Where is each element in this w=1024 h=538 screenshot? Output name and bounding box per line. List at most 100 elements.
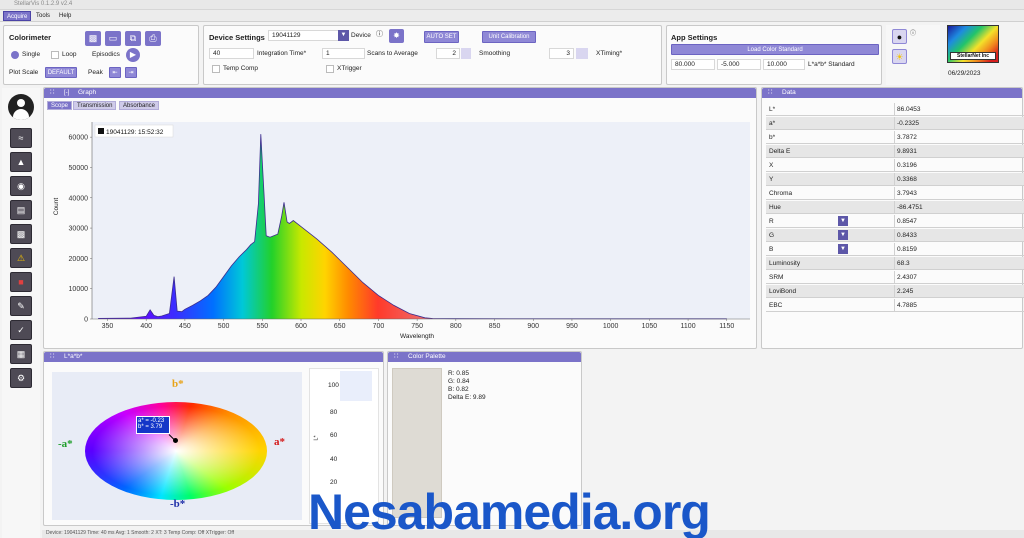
lamp-on-icon[interactable]: ☀ (892, 49, 907, 64)
analysis-icon[interactable]: ✎ (10, 296, 32, 316)
menu-bar: Acquire Tools Help (0, 10, 1024, 22)
graph-panel: ∷ [-] Graph Scope Transmission Absorbanc… (43, 87, 757, 349)
data-row: B 0.8159 ▼ (766, 243, 1024, 256)
stellarnet-logo: StellarNet Inc (947, 25, 999, 63)
scans-to-average-label: Scans to Average (367, 50, 418, 57)
settings-gear-icon[interactable]: ⚙ (10, 368, 32, 388)
loop-checkbox[interactable] (51, 51, 59, 59)
y-tick-label: 0 (84, 317, 88, 324)
palette-delta-e-value: Delta E: 9.89 (448, 394, 486, 401)
data-row-value: 0.3368 (894, 173, 1024, 185)
plot-scale-default-button[interactable]: DEFAULT (45, 67, 77, 78)
hazard-icon[interactable]: ⚠ (10, 248, 32, 268)
lab-drag-grip-icon[interactable]: ∷ (50, 352, 54, 362)
x-tick-label: 850 (489, 323, 501, 330)
channel-dropdown-icon[interactable]: ▼ (838, 244, 848, 254)
data-row-key: Y (769, 176, 774, 183)
device-label: Device (351, 32, 371, 39)
data-table: L* 86.0453 a* -0.2325 b* 3.7872 Delta E 9.8931 X… (762, 103, 1024, 343)
a-standard-input[interactable]: -5.000 (717, 59, 761, 70)
user-avatar-icon[interactable] (8, 94, 34, 120)
lamp-info-icon[interactable]: ⓘ (910, 28, 916, 37)
smoothing-spinner[interactable] (461, 48, 471, 59)
trend-chart-icon[interactable]: ✓ (10, 320, 32, 340)
logo-company-name: StellarNet Inc (950, 52, 996, 60)
menu-tools[interactable]: Tools (33, 11, 53, 21)
spectrum-chart[interactable]: 350 400 450 500 550 600 650 700 750 800 850 900 950 1… (48, 114, 754, 346)
b-plus-label: b* (172, 378, 184, 390)
palette-title-bar: ∷ Color Palette (388, 352, 581, 362)
menu-help[interactable]: Help (56, 11, 74, 21)
device-connect-icon[interactable]: ✸ (389, 29, 404, 43)
xtrigger-checkbox[interactable] (326, 65, 334, 73)
title-bar: StellarVis 0.1.2.9 v2.4 (0, 0, 1024, 10)
integration-time-label: Integration Time* (257, 50, 307, 57)
lamp-controls: ● ⓘ ☀ (886, 25, 940, 85)
lab-title: L*a*b* (64, 353, 83, 360)
color-wheel-icon[interactable]: ◉ (10, 176, 32, 196)
info-icon[interactable]: ⓘ (376, 29, 383, 39)
data-row-key: Hue (769, 204, 781, 211)
grid-chart-icon[interactable]: ▦ (10, 344, 32, 364)
transmission-icon[interactable]: ▤ (10, 200, 32, 220)
xtiming-input[interactable]: 3 (549, 48, 574, 59)
panel-expand-icon[interactable]: [-] (64, 88, 69, 98)
peak-prev-icon[interactable]: ⇤ (109, 67, 121, 78)
data-row: a* -0.2325 (766, 117, 1024, 130)
load-color-standard-button[interactable]: Load Color Standard (671, 44, 879, 55)
menu-acquire[interactable]: Acquire (3, 11, 32, 21)
integration-time-input[interactable]: 40 (209, 48, 254, 59)
x-tick-label: 1150 (719, 323, 734, 330)
drag-grip-icon[interactable]: ∷ (50, 88, 54, 98)
lamp-off-icon[interactable]: ● (892, 29, 907, 44)
play-icon[interactable]: ▶ (126, 48, 140, 62)
auto-set-button[interactable]: AUTO SET (424, 31, 459, 43)
tab-transmission[interactable]: Transmission (73, 101, 117, 110)
data-row: EBC 4.7885 (766, 299, 1024, 312)
data-drag-grip-icon[interactable]: ∷ (768, 88, 772, 98)
marker-b-value: b* = 3.79 (138, 424, 163, 430)
x-tick-label: 350 (102, 323, 114, 330)
lab-wheel-area: b* -b* a* -a* a* = -0.23 b* = 3.79 (52, 372, 302, 520)
bar-chart-icon[interactable]: ▩ (10, 224, 32, 244)
data-row-value: 3.7943 (894, 187, 1024, 199)
record-icon[interactable]: ■ (10, 272, 32, 292)
data-row-key: B (769, 246, 774, 253)
l-standard-input[interactable]: 80.000 (671, 59, 715, 70)
single-radio[interactable] (11, 51, 19, 59)
print-icon[interactable]: ⎙ (145, 31, 161, 46)
temp-comp-checkbox[interactable] (212, 65, 220, 73)
scans-to-average-input[interactable]: 1 (322, 48, 365, 59)
plot-scale-label: Plot Scale (9, 69, 39, 76)
device-dropdown-icon[interactable]: ▼ (338, 30, 349, 41)
palette-r-value: R: 0.85 (448, 370, 469, 377)
peak-label: Peak (88, 69, 103, 76)
data-row-key: a* (769, 120, 776, 127)
y-tick-label: 40000 (69, 195, 89, 202)
device-select[interactable]: 19041129 (268, 30, 348, 41)
app-window: StellarVis 0.1.2.9 v2.4 Acquire Tools He… (0, 0, 1024, 538)
data-row: Luminosity 68.3 (766, 257, 1024, 270)
palette-drag-grip-icon[interactable]: ∷ (394, 352, 398, 362)
data-row-key: R (769, 218, 774, 225)
data-row-key: SRM (769, 274, 784, 281)
data-panel: ∷ Data L* 86.0453 a* -0.2325 b* 3.7872 Delta E… (761, 87, 1024, 349)
channel-dropdown-icon[interactable]: ▼ (838, 216, 848, 226)
smoothing-input[interactable]: 2 (436, 48, 460, 59)
lab-color-wheel[interactable] (85, 402, 267, 500)
b-standard-input[interactable]: 10.000 (763, 59, 805, 70)
channel-dropdown-icon[interactable]: ▼ (838, 230, 848, 240)
xtiming-spinner[interactable] (576, 48, 588, 59)
single-label: Single (22, 51, 41, 58)
spectrum-mode-icon[interactable]: ▲ (10, 152, 32, 172)
unit-calibration-button[interactable]: Unit Calibration (482, 31, 536, 43)
data-row: SRM 2.4307 (766, 271, 1024, 284)
peak-next-icon[interactable]: ⇥ (125, 67, 137, 78)
scope-mode-icon[interactable]: ≈ (10, 128, 32, 148)
save-icon[interactable]: ▩ (85, 31, 101, 46)
tab-scope[interactable]: Scope (47, 101, 73, 110)
tab-absorbance[interactable]: Absorbance (119, 101, 160, 110)
l-tick-100: 100 (328, 382, 339, 389)
folder-icon[interactable]: ▭ (105, 31, 121, 46)
share-icon[interactable]: ⧉ (125, 31, 141, 46)
